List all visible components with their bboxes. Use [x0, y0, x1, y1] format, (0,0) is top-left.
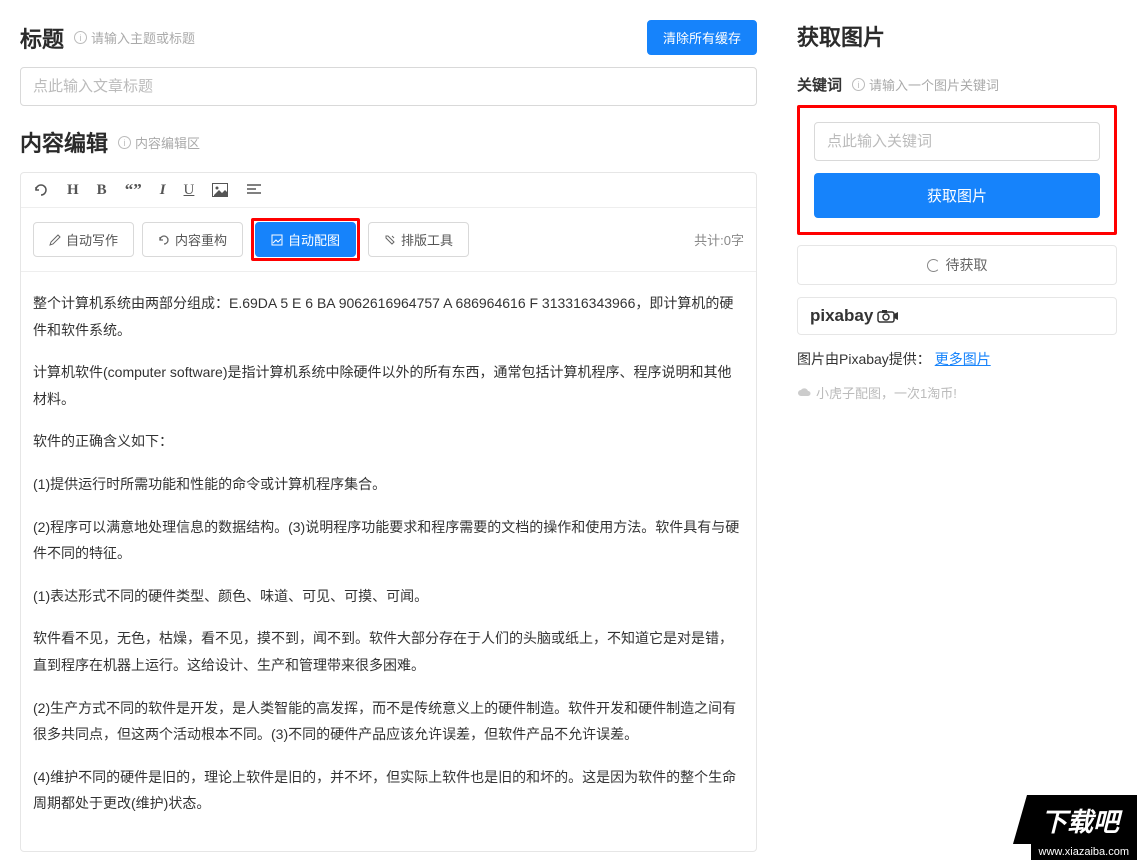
- credit-line: 图片由Pixabay提供： 更多图片: [797, 349, 1117, 369]
- paragraph: (2)生产方式不同的软件是开发，是人类智能的高发挥，而不是传统意义上的硬件制造。…: [33, 695, 744, 748]
- bold-icon[interactable]: B: [97, 182, 107, 199]
- fetch-status: 待获取: [797, 245, 1117, 285]
- italic-icon[interactable]: I: [160, 182, 166, 199]
- heading-icon[interactable]: H: [67, 182, 79, 199]
- info-icon: i: [852, 78, 865, 91]
- info-icon: i: [118, 136, 131, 149]
- pixabay-provider: pixabay: [797, 297, 1117, 335]
- undo-icon[interactable]: [33, 182, 49, 198]
- title-hint: i 请输入主题或标题: [74, 28, 195, 47]
- spinner-icon: [927, 259, 940, 272]
- title-header: 标题 i 请输入主题或标题 清除所有缓存: [20, 20, 757, 55]
- paragraph: (2)程序可以满意地处理信息的数据结构。(3)说明程序功能要求和程序需要的文档的…: [33, 514, 744, 567]
- keyword-label: 关键词: [797, 74, 842, 95]
- restructure-button[interactable]: 内容重构: [142, 222, 243, 257]
- clear-cache-button[interactable]: 清除所有缓存: [647, 20, 757, 55]
- editor-label: 内容编辑: [20, 126, 108, 158]
- keyword-hint: i 请输入一个图片关键词: [852, 75, 999, 94]
- auto-image-highlight: 自动配图: [251, 218, 360, 261]
- keyword-input[interactable]: [814, 122, 1100, 161]
- paragraph: 计算机软件(computer software)是指计算机系统中除硬件以外的所有…: [33, 359, 744, 412]
- action-toolbar: 自动写作 内容重构 自动配图 排版工具 共计:0字: [21, 208, 756, 272]
- tool-icon: [384, 234, 396, 246]
- underline-icon[interactable]: U: [184, 182, 195, 199]
- picture-icon: [271, 234, 283, 246]
- quote-icon[interactable]: “”: [125, 180, 142, 200]
- paragraph: (1)提供运行时所需功能和性能的命令或计算机程序集合。: [33, 471, 744, 498]
- footer-tip: 小虎子配图，一次1淘币!: [797, 383, 1117, 402]
- paragraph: (4)维护不同的硬件是旧的，理论上软件是旧的，并不坏，但实际上软件也是旧的和坏的…: [33, 764, 744, 817]
- auto-write-button[interactable]: 自动写作: [33, 222, 134, 257]
- image-panel-title: 获取图片: [797, 20, 1117, 52]
- paragraph: (1)表达形式不同的硬件类型、颜色、味道、可见、可摸、可闻。: [33, 583, 744, 610]
- keyword-highlight-box: 获取图片: [797, 105, 1117, 235]
- info-icon: i: [74, 31, 87, 44]
- watermark-url: www.xiazaiba.com: [1031, 844, 1137, 860]
- watermark-logo: 下载吧: [1013, 795, 1137, 844]
- editor-hint: i 内容编辑区: [118, 133, 200, 152]
- title-label: 标题: [20, 22, 64, 54]
- format-toolbar: H B “” I U: [21, 173, 756, 208]
- auto-image-button[interactable]: 自动配图: [255, 222, 356, 257]
- editor-content[interactable]: 整个计算机系统由两部分组成：E.69DA 5 E 6 BA 9062616964…: [21, 272, 756, 851]
- editor-box: H B “” I U 自动写作 内容重构: [20, 172, 757, 852]
- layout-tool-button[interactable]: 排版工具: [368, 222, 469, 257]
- image-icon[interactable]: [212, 183, 228, 197]
- paragraph: 整个计算机系统由两部分组成：E.69DA 5 E 6 BA 9062616964…: [33, 290, 744, 343]
- watermark: 下载吧 www.xiazaiba.com: [1013, 795, 1137, 860]
- fetch-image-button[interactable]: 获取图片: [814, 173, 1100, 218]
- paragraph: 软件看不见，无色，枯燥，看不见，摸不到，闻不到。软件大部分存在于人们的头脑或纸上…: [33, 625, 744, 678]
- paragraph: 软件的正确含义如下：: [33, 428, 744, 455]
- pencil-icon: [49, 234, 61, 246]
- align-icon[interactable]: [246, 183, 262, 197]
- more-images-link[interactable]: 更多图片: [935, 351, 991, 367]
- article-title-input[interactable]: [20, 67, 757, 106]
- editor-header: 内容编辑 i 内容编辑区: [20, 126, 757, 158]
- word-count: 共计:0字: [694, 230, 744, 249]
- cloud-icon: [797, 386, 811, 400]
- camera-icon: [877, 309, 899, 323]
- refresh-icon: [158, 234, 170, 246]
